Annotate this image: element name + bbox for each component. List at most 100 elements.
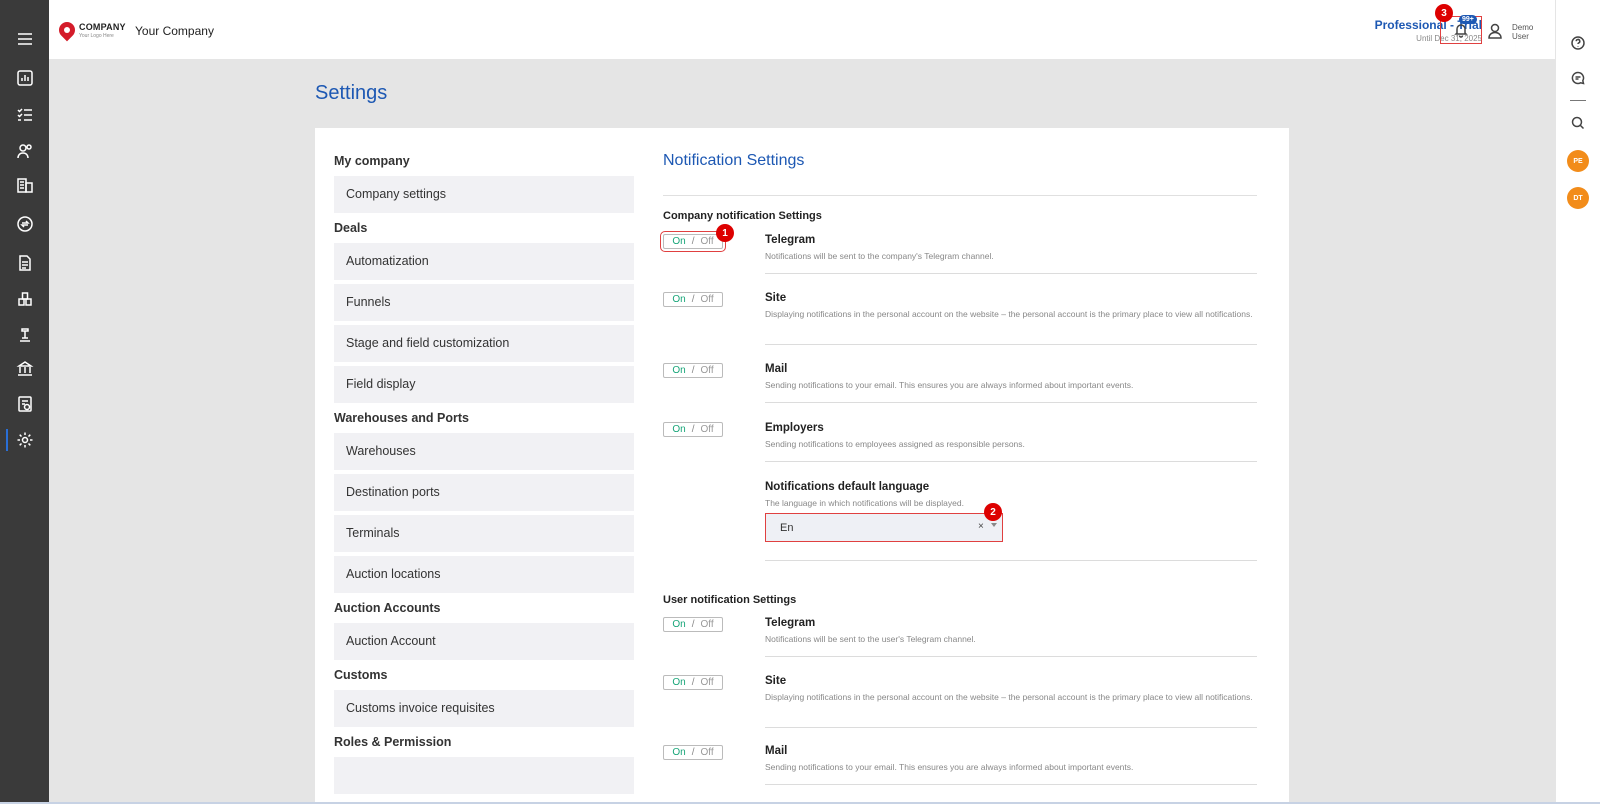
toggle-on: On (672, 424, 686, 435)
page-title: Settings (315, 82, 388, 104)
toggle-off: Off (700, 619, 714, 630)
setting-title: Site (765, 292, 787, 304)
toggle-on: On (672, 365, 686, 376)
menu-section-my-company: My company (334, 154, 410, 168)
setting-title: Telegram (765, 617, 816, 629)
menu-item-destination-ports[interactable]: Destination ports (334, 474, 634, 511)
setting-divider (765, 402, 1257, 403)
menu-section-customs: Customs (334, 668, 388, 682)
user-site-toggle[interactable]: On / Off (663, 675, 723, 690)
setting-title: Notifications default language (765, 481, 930, 493)
user-notification-group-title: User notification Settings (663, 594, 797, 606)
contacts-icon[interactable] (0, 136, 49, 166)
setting-divider (765, 656, 1257, 657)
customs-icon[interactable] (0, 354, 49, 384)
menu-item-terminals[interactable]: Terminals (334, 515, 634, 552)
toggle-off: Off (700, 294, 714, 305)
logo-tagline: Your Logo Here (79, 33, 114, 39)
setting-title: Mail (765, 745, 788, 757)
user-mail-toggle[interactable]: On / Off (663, 745, 723, 760)
menu-section-deals: Deals (334, 221, 368, 235)
setting-title: Employers (765, 422, 824, 434)
setting-divider (765, 560, 1257, 561)
menu-icon[interactable] (0, 24, 49, 54)
setting-description: Notifications will be sent to the user's… (765, 634, 976, 644)
menu-item-warehouses[interactable]: Warehouses (334, 433, 634, 470)
avatar-dt[interactable]: DT (1567, 187, 1589, 209)
toggle-sep: / (691, 236, 695, 247)
setting-title: Telegram (765, 234, 816, 246)
toggle-sep: / (691, 747, 695, 758)
menu-item-auction-account[interactable]: Auction Account (334, 623, 634, 660)
language-select-value: En (780, 522, 794, 534)
help-icon[interactable] (1568, 33, 1588, 53)
notification-settings-panel: Notification Settings Company notificati… (660, 152, 1257, 785)
toggle-sep: / (691, 365, 695, 376)
marker-2: 2 (984, 503, 1002, 521)
top-header: COMPANY Your Logo Here Your Company Prof… (49, 0, 1555, 59)
company-employers-toggle[interactable]: On / Off (663, 422, 723, 437)
toggle-on: On (672, 747, 686, 758)
menu-item-stage-field-customization[interactable]: Stage and field customization (334, 325, 634, 362)
menu-section-roles-permission: Roles & Permission (334, 735, 452, 749)
language-select[interactable]: En × (765, 513, 1003, 542)
companies-icon[interactable] (0, 170, 49, 200)
user-telegram-toggle[interactable]: On / Off (663, 617, 723, 632)
exchange-icon[interactable] (0, 209, 49, 239)
menu-item-company-settings[interactable]: Company settings (334, 176, 634, 213)
toggle-on: On (672, 294, 686, 305)
toggle-sep: / (691, 619, 695, 630)
toggle-on: On (672, 236, 686, 247)
search-icon[interactable] (1568, 113, 1588, 133)
settings-menu: My company Company settings Deals Automa… (334, 150, 634, 798)
company-name: Your Company (135, 24, 214, 38)
toggle-on: On (672, 677, 686, 688)
menu-item-roles-placeholder[interactable] (334, 757, 634, 794)
setting-title: Mail (765, 363, 788, 375)
clear-icon[interactable]: × (978, 521, 984, 532)
setting-description: The language in which notifications will… (765, 498, 964, 508)
toggle-off: Off (700, 236, 714, 247)
menu-section-warehouses-ports: Warehouses and Ports (334, 411, 469, 425)
company-telegram-toggle[interactable]: On / Off (660, 231, 726, 252)
auction-icon[interactable] (0, 320, 49, 350)
left-sidebar (0, 0, 49, 804)
marker-1: 1 (716, 224, 734, 242)
user-profile-button[interactable] (1486, 22, 1504, 40)
toggle-off: Off (700, 747, 714, 758)
menu-item-funnels[interactable]: Funnels (334, 284, 634, 321)
setting-description: Notifications will be sent to the compan… (765, 251, 994, 261)
chat-icon[interactable] (1568, 68, 1588, 88)
setting-divider (765, 727, 1257, 728)
menu-section-auction-accounts: Auction Accounts (334, 601, 441, 615)
company-logo[interactable]: COMPANY Your Logo Here (55, 18, 126, 42)
setting-title: Site (765, 675, 787, 687)
menu-item-field-display[interactable]: Field display (334, 366, 634, 403)
bell-icon (1454, 24, 1468, 38)
marker-3: 3 (1435, 4, 1453, 22)
warehouse-icon[interactable] (0, 284, 49, 314)
logo-pin-icon (55, 18, 79, 42)
toggle-off: Off (700, 424, 714, 435)
company-site-toggle[interactable]: On / Off (663, 292, 723, 307)
menu-item-auction-locations[interactable]: Auction locations (334, 556, 634, 593)
setting-description: Sending notifications to employees assig… (765, 439, 1025, 449)
tasks-icon[interactable] (0, 100, 49, 130)
avatar-pe[interactable]: PE (1567, 150, 1589, 172)
menu-item-customs-invoice-requisites[interactable]: Customs invoice requisites (334, 690, 634, 727)
rail-divider (1570, 100, 1586, 101)
user-icon (1488, 23, 1502, 39)
notification-count-badge: 99+ (1459, 15, 1477, 24)
setting-divider (765, 273, 1257, 274)
toggle-on: On (672, 619, 686, 630)
company-mail-toggle[interactable]: On / Off (663, 363, 723, 378)
notification-settings-title: Notification Settings (663, 152, 1257, 196)
menu-item-automatization[interactable]: Automatization (334, 243, 634, 280)
chevron-down-icon[interactable] (991, 523, 997, 527)
setting-description: Sending notifications to your email. Thi… (765, 380, 1134, 390)
documents-icon[interactable] (0, 248, 49, 278)
settings-icon[interactable] (0, 425, 49, 455)
reports-icon[interactable] (0, 389, 49, 419)
user-name[interactable]: Demo User (1512, 23, 1542, 42)
dashboard-icon[interactable] (0, 63, 49, 93)
